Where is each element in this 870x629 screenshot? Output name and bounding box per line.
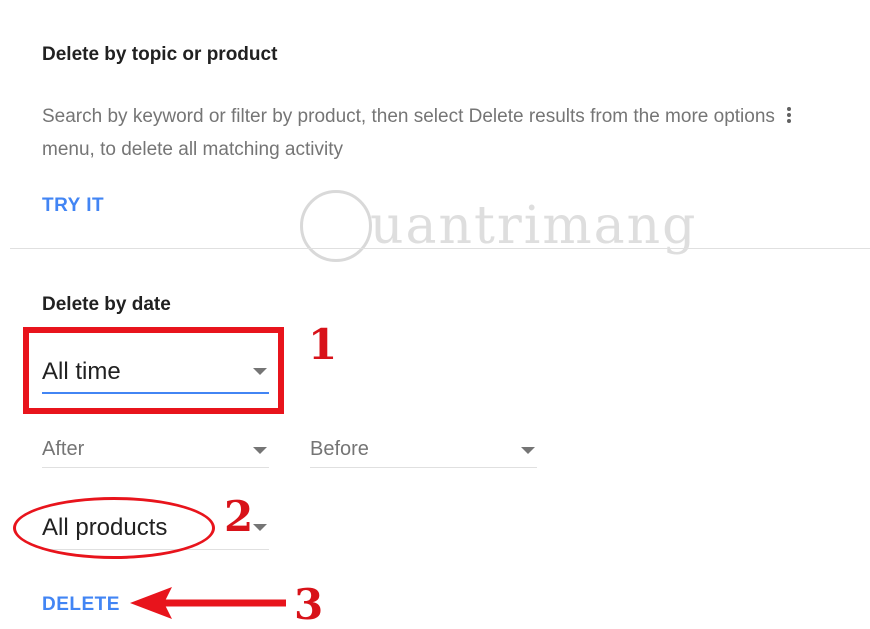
dropdown-arrow-icon <box>253 524 267 531</box>
section-divider <box>10 248 870 249</box>
annotation-ellipse-step2 <box>13 497 215 559</box>
before-date-placeholder: Before <box>310 438 369 460</box>
annotation-box-step1 <box>23 327 284 414</box>
watermark-logo <box>300 190 372 262</box>
annotation-arrow-icon <box>130 587 286 619</box>
dropdown-arrow-icon <box>521 447 535 454</box>
watermark-text: uantrimang <box>370 196 698 256</box>
section-description: Search by keyword or filter by product, … <box>42 100 842 166</box>
description-text-start: Search by keyword or filter by product, … <box>42 106 775 127</box>
after-date-select[interactable]: After <box>42 434 269 468</box>
more-vert-icon <box>782 106 796 124</box>
section-title-date: Delete by date <box>42 294 171 315</box>
after-date-placeholder: After <box>42 438 85 460</box>
try-it-button[interactable]: TRY IT <box>42 195 104 217</box>
annotation-number-1: 1 <box>308 320 338 369</box>
annotation-number-2: 2 <box>224 492 254 541</box>
delete-button[interactable]: DELETE <box>42 594 120 616</box>
section-title-topic: Delete by topic or product <box>42 44 278 65</box>
dropdown-arrow-icon <box>253 447 267 454</box>
description-text-end: menu, to delete all matching activity <box>42 139 343 160</box>
select-underline <box>310 467 537 468</box>
before-date-select[interactable]: Before <box>310 434 537 468</box>
select-underline <box>42 467 269 468</box>
